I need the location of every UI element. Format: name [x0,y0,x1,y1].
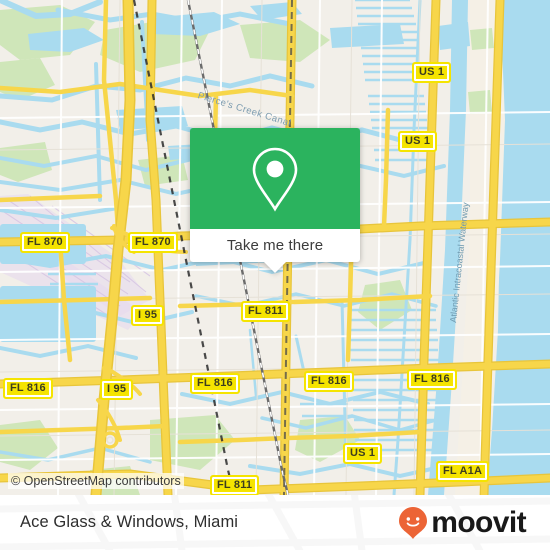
place-title: Ace Glass & Windows, Miami [20,513,239,531]
shield-us1-top[interactable]: US 1 [412,62,452,83]
destination-callout[interactable]: Take me there [190,128,360,273]
map-screenshot: US 1 US 1 FL 870 FL 870 I 95 FL 811 FL 8… [0,0,550,550]
shield-fl816-mid[interactable]: FL 816 [304,371,354,392]
shield-fl816-far-left[interactable]: FL 816 [3,378,53,399]
map-pin-icon [252,147,298,212]
moovit-smiley-pin-icon [399,506,428,539]
shield-fl816-left[interactable]: FL 816 [190,373,240,394]
map-canvas[interactable]: US 1 US 1 FL 870 FL 870 I 95 FL 811 FL 8… [0,0,550,495]
shield-fl816-right[interactable]: FL 816 [407,369,457,390]
shield-fl811-mid[interactable]: FL 811 [241,301,291,322]
shield-i95-lower[interactable]: I 95 [100,379,134,400]
shield-i95-upper[interactable]: I 95 [131,305,165,326]
callout-pin-panel [190,128,360,229]
osm-attribution[interactable]: © OpenStreetMap contributors [8,473,184,489]
callout-action-bar[interactable]: Take me there [190,229,360,273]
shield-fl870-mid[interactable]: FL 870 [128,232,178,253]
moovit-wordmark: moovit [431,505,526,539]
shield-us1-lower[interactable]: US 1 [343,443,383,464]
callout-label: Take me there [226,237,324,254]
moovit-brand[interactable]: moovit [398,495,527,550]
shield-fl870-left[interactable]: FL 870 [20,232,70,253]
shield-fl811-bottom[interactable]: FL 811 [210,475,260,495]
shield-fla1a[interactable]: FL A1A [436,461,490,482]
callout-tail [264,262,286,273]
footer-bar: Ace Glass & Windows, Miami moovit [0,495,550,550]
shield-us1-upper[interactable]: US 1 [398,131,438,152]
